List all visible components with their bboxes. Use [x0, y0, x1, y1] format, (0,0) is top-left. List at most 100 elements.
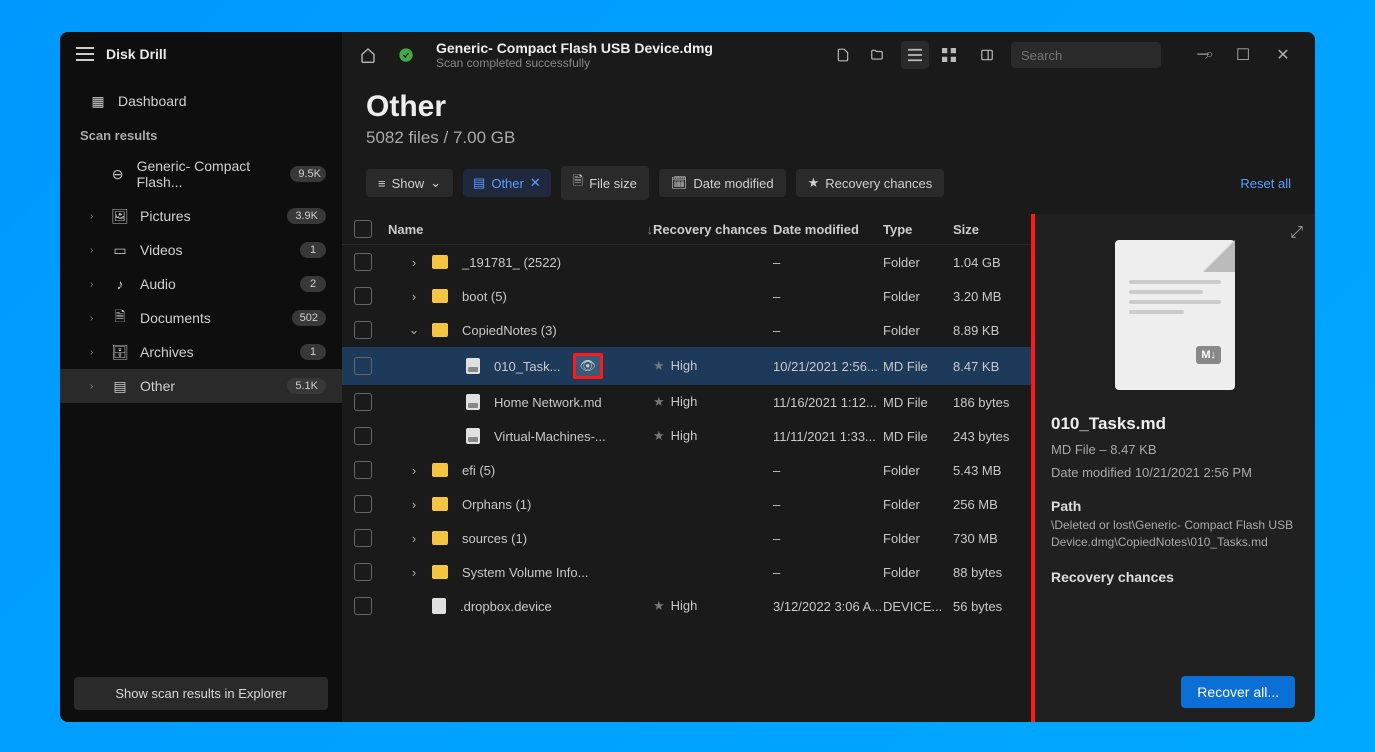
star-icon: ★	[653, 394, 665, 409]
folder-icon	[432, 497, 448, 511]
row-size: 243 bytes	[953, 429, 1023, 444]
row-checkbox[interactable]	[354, 563, 372, 581]
table-row[interactable]: ›sources (1)–Folder730 MB	[342, 521, 1035, 555]
select-all-checkbox[interactable]	[354, 220, 372, 238]
row-type: Folder	[883, 497, 953, 512]
list-view-icon[interactable]	[901, 41, 929, 69]
recover-all-button[interactable]: Recover all...	[1181, 676, 1295, 708]
file-icon	[466, 394, 480, 410]
search-box[interactable]: ⌕	[1011, 42, 1161, 68]
minimize-button[interactable]: ─	[1183, 40, 1223, 70]
date-filter[interactable]: 🗓 Date modified	[659, 169, 786, 197]
row-type: Folder	[883, 323, 953, 338]
table-row[interactable]: Home Network.md★High11/16/2021 1:12...MD…	[342, 385, 1035, 419]
preview-eye-icon[interactable]: 👁	[573, 353, 604, 379]
row-checkbox[interactable]	[354, 253, 372, 271]
chevron-icon[interactable]: ›	[90, 279, 100, 290]
recovery-label: Recovery chances	[825, 176, 932, 191]
search-input[interactable]	[1021, 48, 1197, 63]
chevron-icon[interactable]: ›	[90, 381, 100, 392]
show-in-explorer-button[interactable]: Show scan results in Explorer	[74, 677, 328, 710]
row-date: –	[773, 463, 883, 478]
column-name[interactable]: Name↓	[388, 222, 653, 237]
row-checkbox[interactable]	[354, 357, 372, 375]
chevron-icon[interactable]: ›	[90, 347, 100, 358]
expand-icon[interactable]: ›	[406, 289, 422, 304]
filter-chip-other[interactable]: ▤ Other ✕	[463, 169, 551, 197]
filter-icon: ≡	[378, 176, 386, 191]
sidebar-item-documents[interactable]: ›🗎Documents502	[60, 301, 342, 335]
menu-icon[interactable]	[76, 47, 94, 61]
row-checkbox[interactable]	[354, 461, 372, 479]
table-row[interactable]: Virtual-Machines-...★High11/11/2021 1:33…	[342, 419, 1035, 453]
page-title: Other	[366, 90, 1291, 124]
sidebar-item-archives[interactable]: ›🗄Archives1	[60, 335, 342, 369]
expand-icon[interactable]: ›	[406, 497, 422, 512]
scan-status: Scan completed successfully	[436, 56, 819, 70]
recovery-filter[interactable]: ★ Recovery chances	[796, 169, 945, 197]
column-recovery[interactable]: Recovery chances	[653, 222, 773, 237]
column-type[interactable]: Type	[883, 222, 953, 237]
video-icon: ▭	[112, 242, 128, 258]
chevron-icon[interactable]: ›	[90, 245, 100, 256]
details-filename: 010_Tasks.md	[1051, 414, 1299, 434]
row-checkbox[interactable]	[354, 287, 372, 305]
row-checkbox[interactable]	[354, 495, 372, 513]
column-size[interactable]: Size	[953, 222, 1023, 237]
folder-icon[interactable]	[863, 41, 891, 69]
table-row[interactable]: ›boot (5)–Folder3.20 MB	[342, 279, 1035, 313]
expand-icon[interactable]: ⌄	[406, 322, 422, 338]
close-icon[interactable]: ✕	[530, 175, 541, 191]
table-row[interactable]: ›System Volume Info...–Folder88 bytes	[342, 555, 1035, 589]
sidebar-item-other[interactable]: ›▤Other5.1K	[60, 369, 342, 403]
grid-view-icon[interactable]	[935, 41, 963, 69]
file-size-filter[interactable]: 🗎 File size	[561, 166, 649, 200]
close-button[interactable]: ✕	[1263, 40, 1303, 70]
reset-all-link[interactable]: Reset all	[1240, 176, 1291, 191]
expand-icon[interactable]: ›	[406, 531, 422, 546]
toolbar-group-1	[829, 41, 891, 69]
table-row[interactable]: 010_Task...👁★High10/21/2021 2:56...MD Fi…	[342, 347, 1035, 385]
row-size: 8.47 KB	[953, 359, 1023, 374]
table-row[interactable]: ›_191781_ (2522)–Folder1.04 GB	[342, 245, 1035, 279]
sidebar-item-pictures[interactable]: ›🖼Pictures3.9K	[60, 199, 342, 233]
table-row[interactable]: ›Orphans (1)–Folder256 MB	[342, 487, 1035, 521]
row-checkbox[interactable]	[354, 427, 372, 445]
expand-icon[interactable]: ›	[406, 565, 422, 580]
table-row[interactable]: .dropbox.device★High3/12/2022 3:06 A...D…	[342, 589, 1035, 623]
home-icon[interactable]	[354, 41, 382, 69]
window-controls: ─ ☐ ✕	[1183, 40, 1303, 70]
sidebar-item-videos[interactable]: ›▭Videos1	[60, 233, 342, 267]
show-filter-button[interactable]: ≡ Show ⌄	[366, 169, 453, 197]
file-icon[interactable]	[829, 41, 857, 69]
row-date: 11/16/2021 1:12...	[773, 395, 883, 410]
chevron-icon[interactable]: ›	[90, 211, 100, 222]
table-row[interactable]: ⌄CopiedNotes (3)–Folder8.89 KB	[342, 313, 1035, 347]
page-subtitle: 5082 files / 7.00 GB	[366, 128, 1291, 148]
details-modified: Date modified 10/21/2021 2:56 PM	[1051, 465, 1299, 480]
expand-icon[interactable]: ›	[406, 255, 422, 270]
expand-icon[interactable]: ›	[406, 463, 422, 478]
table-row[interactable]: ›efi (5)–Folder5.43 MB	[342, 453, 1035, 487]
popout-icon[interactable]: ⤢	[1290, 224, 1303, 242]
row-checkbox[interactable]	[354, 529, 372, 547]
image-icon: 🖼	[112, 208, 128, 224]
sidebar-item-generic-compact-flash-[interactable]: ⊖Generic- Compact Flash...9.5K	[60, 149, 342, 199]
row-checkbox[interactable]	[354, 393, 372, 411]
chip-icon: ▤	[473, 175, 485, 191]
sidebar-item-audio[interactable]: ›♪Audio2	[60, 267, 342, 301]
chevron-icon[interactable]: ›	[90, 313, 100, 324]
sidebar-header: Disk Drill	[60, 32, 342, 76]
row-date: –	[773, 531, 883, 546]
column-date[interactable]: Date modified	[773, 222, 883, 237]
row-name: 010_Task...	[494, 359, 561, 374]
row-checkbox[interactable]	[354, 597, 372, 615]
panel-toggle-icon[interactable]	[973, 41, 1001, 69]
titlebar-title-block: Generic- Compact Flash USB Device.dmg Sc…	[436, 40, 819, 70]
maximize-button[interactable]: ☐	[1223, 40, 1263, 70]
row-name: .dropbox.device	[460, 599, 552, 614]
sidebar-item-dashboard[interactable]: ▦ Dashboard	[60, 84, 342, 118]
row-name: efi (5)	[462, 463, 495, 478]
sidebar-item-label: Archives	[140, 344, 194, 360]
row-checkbox[interactable]	[354, 321, 372, 339]
